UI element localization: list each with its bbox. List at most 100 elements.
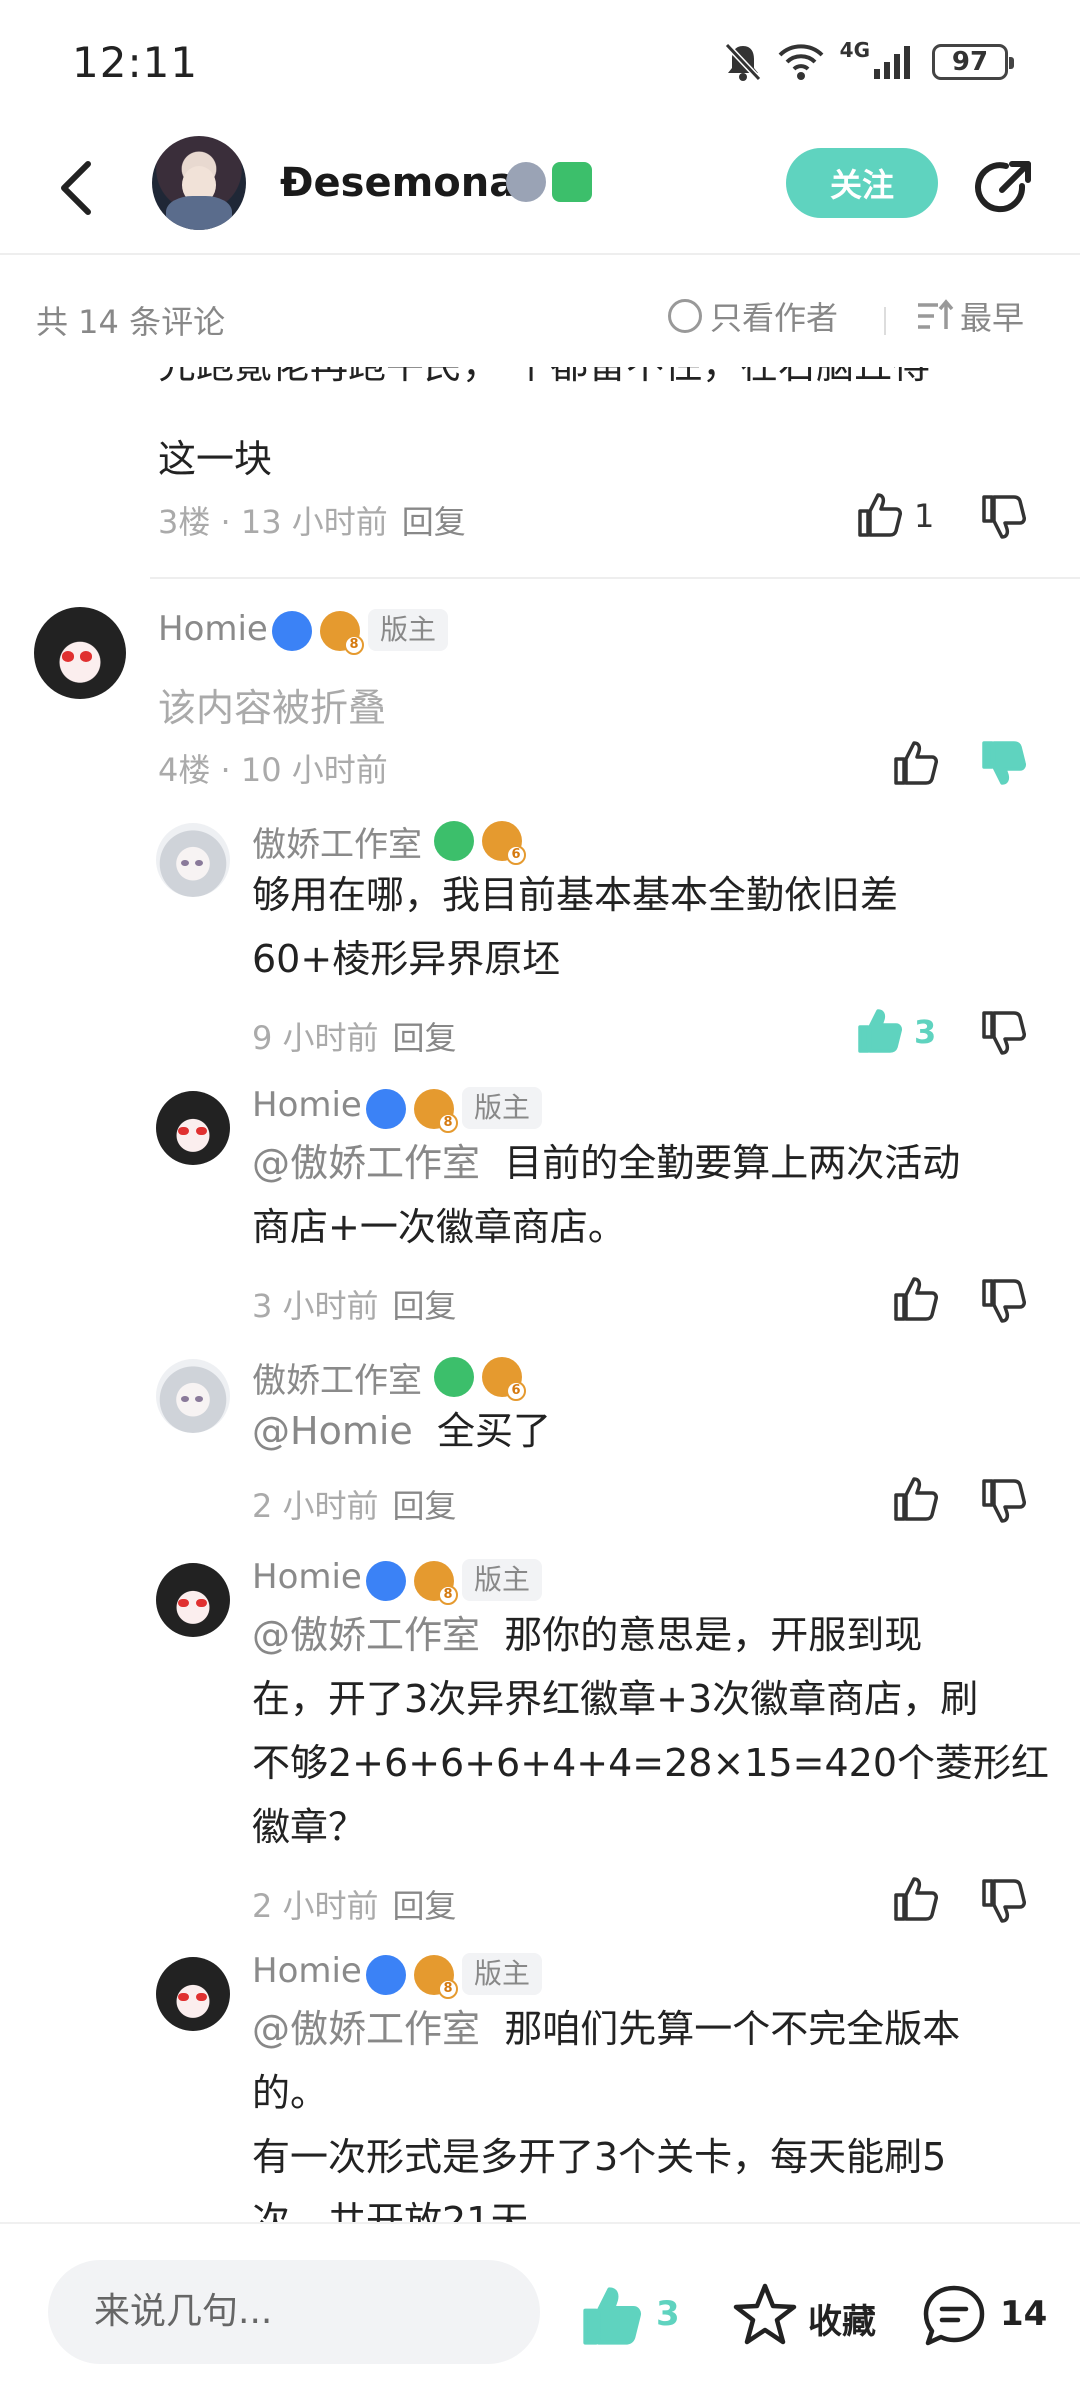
comment-line: 目前的全勤要算上两次活动 bbox=[504, 1141, 961, 1185]
comment-meta: 2 小时前 回复 bbox=[252, 1881, 457, 1927]
status-icons: 4G 97 bbox=[724, 38, 1014, 84]
wifi-icon bbox=[778, 44, 824, 80]
level-badge-icon bbox=[506, 162, 546, 202]
bottom-action-bar: 来说几句... 3 收藏 14 bbox=[0, 2222, 1080, 2398]
author-only-label: 只看作者 bbox=[710, 299, 839, 337]
header: Đesemona 关注 bbox=[0, 120, 1080, 255]
thumbs-down-icon[interactable] bbox=[980, 493, 1028, 541]
comment-text: 的。 bbox=[252, 2071, 329, 2115]
sort-button[interactable]: 最早 bbox=[916, 293, 1024, 339]
avatar[interactable] bbox=[156, 1359, 230, 1433]
star-icon[interactable] bbox=[732, 2282, 798, 2348]
author-avatar[interactable] bbox=[152, 136, 246, 230]
username[interactable]: 傲娇工作室 bbox=[252, 817, 422, 866]
mute-bell-icon bbox=[724, 42, 761, 82]
comment-text: @傲娇工作室 那咱们先算一个不完全版本 bbox=[252, 1997, 960, 2061]
thumbs-down-icon[interactable] bbox=[980, 1477, 1028, 1525]
level-badge-icon: 8 bbox=[414, 1089, 458, 1133]
comment-text: @傲娇工作室 目前的全勤要算上两次活动 bbox=[252, 1131, 960, 1195]
battery-indicator: 97 bbox=[932, 44, 1014, 80]
follow-button[interactable]: 关注 bbox=[786, 148, 938, 218]
comment-text: 60+棱形异界原坯 bbox=[252, 937, 561, 981]
comment-meta: 4楼 · 10 小时前 bbox=[158, 751, 388, 789]
like-count: 1 bbox=[914, 497, 935, 535]
thumbs-down-icon[interactable] bbox=[980, 1277, 1028, 1325]
game-badge-icon bbox=[434, 1357, 474, 1397]
thumbs-up-active-icon[interactable] bbox=[580, 2284, 644, 2348]
comment-meta: 9 小时前 回复 bbox=[252, 1013, 457, 1059]
back-arrow-icon[interactable] bbox=[52, 156, 104, 220]
mention-link[interactable]: @Homie bbox=[252, 1409, 413, 1453]
time: 2 小时前 bbox=[252, 1487, 379, 1525]
game-badge-icon bbox=[366, 1561, 406, 1601]
comment-text: @傲娇工作室 那你的意思是，开服到现 bbox=[252, 1603, 922, 1667]
time: 2 小时前 bbox=[252, 1887, 379, 1925]
status-bar: 12:11 4G 97 bbox=[0, 0, 1080, 120]
avatar[interactable] bbox=[156, 823, 230, 897]
reply-button[interactable]: 回复 bbox=[393, 1887, 457, 1925]
time: 3 小时前 bbox=[252, 1287, 379, 1325]
reply-button[interactable]: 回复 bbox=[393, 1487, 457, 1525]
top-badge-icon bbox=[552, 162, 592, 202]
comment-text: 够用在哪，我目前基本基本全勤依旧差 bbox=[252, 873, 899, 917]
game-badge-icon bbox=[366, 1955, 406, 1995]
reply-button[interactable]: 回复 bbox=[393, 1287, 457, 1325]
comment-list: 先跑氪佬再跑平民， 个都留不住，在右脑丘得 这一块 3楼 · 13 小时前回复 … bbox=[0, 367, 1080, 2222]
comment-bubble-icon[interactable] bbox=[920, 2282, 988, 2350]
thumbs-down-active-icon[interactable] bbox=[980, 739, 1028, 787]
comment-count: 共 14 条评论 bbox=[36, 303, 226, 341]
thumbs-down-icon[interactable] bbox=[980, 1877, 1028, 1925]
avatar[interactable] bbox=[156, 1563, 230, 1637]
status-time: 12:11 bbox=[72, 38, 199, 87]
comment-text: 有一次形式是多开了3个关卡，每天能刷5 bbox=[252, 2135, 947, 2179]
comment-text: 徽章？ bbox=[252, 1805, 367, 1849]
thumbs-up-icon[interactable] bbox=[892, 1275, 940, 1323]
share-icon[interactable] bbox=[972, 156, 1036, 220]
sort-label: 最早 bbox=[960, 299, 1025, 337]
mention-link[interactable]: @傲娇工作室 bbox=[252, 2007, 480, 2051]
battery-level: 97 bbox=[951, 47, 989, 77]
comment-text: 在，开了3次异界红徽章+3次徽章商店，刷 bbox=[252, 1677, 979, 1721]
author-name[interactable]: Đesemona bbox=[280, 160, 516, 206]
thumbs-up-icon[interactable] bbox=[892, 739, 940, 787]
thumbs-down-icon[interactable] bbox=[980, 1009, 1028, 1057]
thumbs-up-icon[interactable] bbox=[856, 491, 904, 539]
level-badge-icon: 8 bbox=[414, 1955, 458, 1999]
favorite-label[interactable]: 收藏 bbox=[808, 2294, 876, 2343]
reply-button[interactable]: 回复 bbox=[402, 503, 466, 541]
comment-meta: 2 小时前 回复 bbox=[252, 1481, 457, 1527]
mention-link[interactable]: @傲娇工作室 bbox=[252, 1613, 480, 1657]
username[interactable]: Homie bbox=[252, 1951, 362, 1991]
level-badge-icon: 6 bbox=[482, 1357, 526, 1401]
level-badge-icon: 8 bbox=[414, 1561, 458, 1605]
thumbs-up-active-icon[interactable] bbox=[856, 1007, 904, 1055]
mention-link[interactable]: @傲娇工作室 bbox=[252, 1141, 480, 1185]
like-count: 3 bbox=[914, 1013, 937, 1051]
avatar[interactable] bbox=[34, 607, 126, 699]
username[interactable]: Homie bbox=[252, 1085, 362, 1125]
avatar[interactable] bbox=[156, 1957, 230, 2031]
game-badge-icon bbox=[366, 1089, 406, 1129]
time: 9 小时前 bbox=[252, 1019, 379, 1057]
moderator-tag: 版主 bbox=[462, 1953, 543, 1995]
thumbs-up-icon[interactable] bbox=[892, 1475, 940, 1523]
username[interactable]: Homie bbox=[252, 1557, 362, 1597]
comment-input[interactable]: 来说几句... bbox=[48, 2260, 540, 2364]
thumbs-up-icon[interactable] bbox=[892, 1875, 940, 1923]
comment-line: 全买了 bbox=[436, 1409, 551, 1453]
username[interactable]: 傲娇工作室 bbox=[252, 1353, 422, 1402]
username[interactable]: Homie bbox=[158, 609, 268, 649]
author-only-toggle[interactable]: 只看作者 bbox=[668, 293, 838, 339]
moderator-tag: 版主 bbox=[368, 609, 449, 651]
reply-button[interactable]: 回复 bbox=[393, 1019, 457, 1057]
comment-text: @Homie 全买了 bbox=[252, 1399, 551, 1463]
comment-text: 次，共开放21天 bbox=[252, 2199, 529, 2222]
comment-line: 那咱们先算一个不完全版本 bbox=[504, 2007, 961, 2051]
divider bbox=[884, 307, 886, 335]
moderator-tag: 版主 bbox=[462, 1559, 543, 1601]
level-badge-icon: 8 bbox=[320, 611, 364, 655]
avatar[interactable] bbox=[156, 1091, 230, 1165]
network-type-label: 4G bbox=[839, 38, 870, 62]
signal-icon bbox=[874, 46, 910, 79]
folded-notice[interactable]: 该内容被折叠 bbox=[158, 677, 386, 732]
